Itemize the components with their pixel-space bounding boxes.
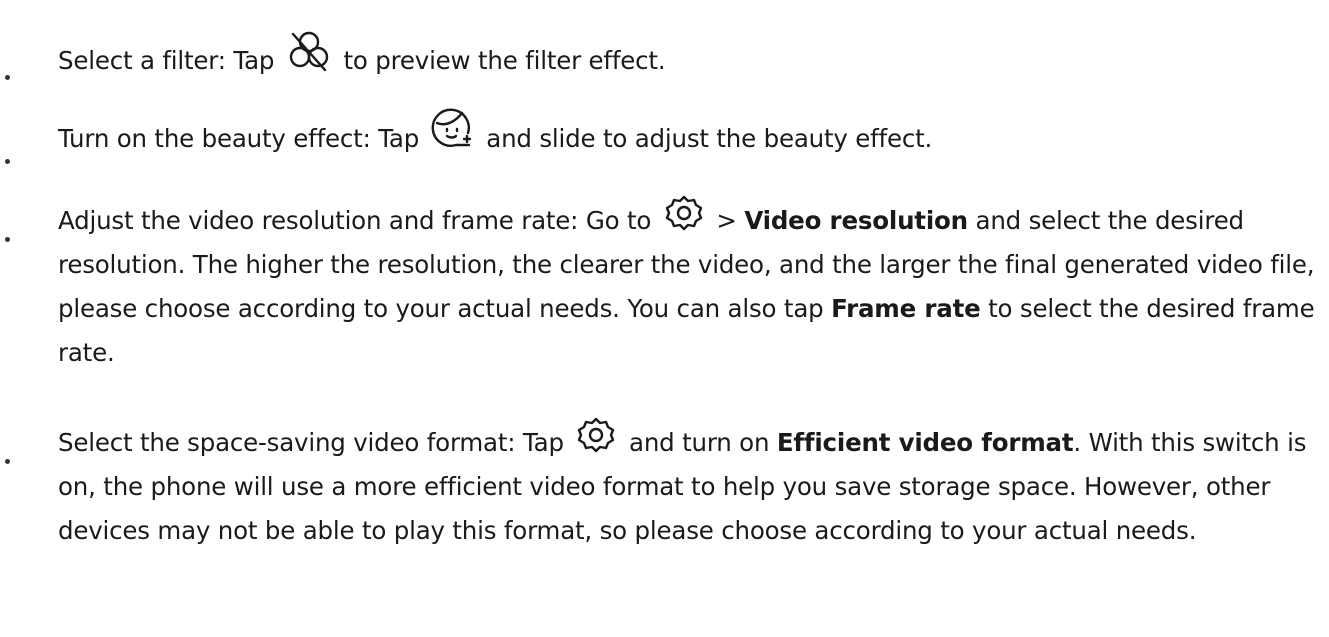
item-text: Turn on the beauty effect: Tap [58,124,420,153]
list-item-filter: Select a filter: Tap to preview the filt… [0,0,675,83]
item-text: and turn on [629,428,770,457]
item-bold: Frame rate [831,294,981,323]
beauty-face-icon [430,105,476,151]
list-item-resolution: Adjust the video resolution and frame ra… [0,185,1329,375]
item-text: Select the space-saving video format: Ta… [58,428,564,457]
item-text: Select a filter: Tap [58,46,275,75]
item-text: and slide to adjust the beauty effect. [486,124,933,153]
item-bold: Efficient video format [776,428,1074,457]
bullet [5,459,10,464]
item-bold: Video resolution [744,206,968,235]
settings-gear-icon [662,195,706,231]
bullet [5,237,10,242]
item-text: Adjust the video resolution and frame ra… [58,206,652,235]
item-text: > [716,206,737,235]
list-item-beauty: Turn on the beauty effect: Tap and slide… [0,95,942,164]
bullet [5,75,10,80]
item-text: to preview the filter effect. [343,46,666,75]
bullet [5,159,10,164]
list-item-video-format: Select the space-saving video format: Ta… [0,409,1329,553]
settings-gear-icon [574,417,618,453]
filter-off-icon [285,30,333,74]
